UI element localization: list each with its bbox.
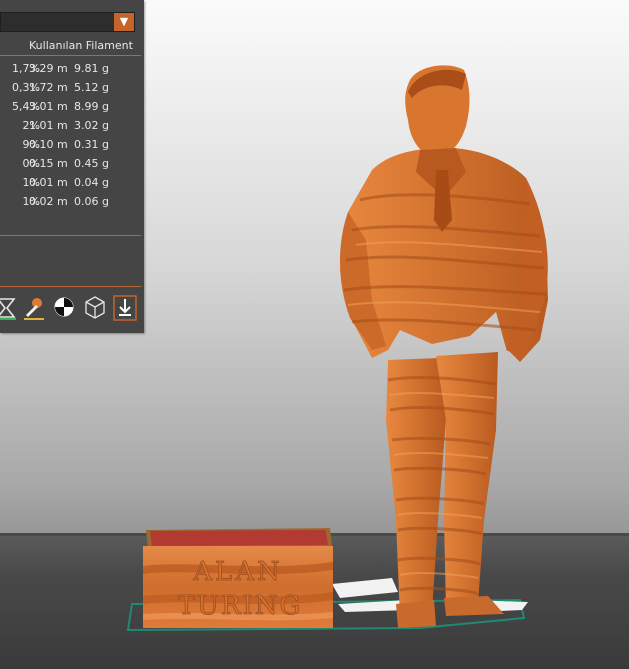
box-text-line1: ALAN xyxy=(192,557,283,587)
table-row: 1% 0.02 m 0.06 g xyxy=(0,191,144,210)
name-plate-box[interactable]: ALAN TURING xyxy=(143,528,333,628)
paint-brush-icon[interactable] xyxy=(22,295,46,321)
column-header-used-filament: Kullanılan Filament xyxy=(29,39,133,52)
export-icon[interactable] xyxy=(113,295,137,321)
statue-model[interactable] xyxy=(340,65,548,628)
row-length: 3.01 m xyxy=(29,100,68,113)
row-length: 1.01 m xyxy=(29,119,68,132)
row-length: 0.10 m xyxy=(29,138,68,151)
table-row: 5,4% 3.01 m 8.99 g xyxy=(0,96,144,115)
view-toolbar xyxy=(0,293,144,325)
row-weight: 0.31 g xyxy=(74,138,109,151)
filament-table: 1,7% 3.29 m 9.81 g 0,3% 1.72 m 5.12 g 5,… xyxy=(0,58,144,210)
contrast-icon[interactable] xyxy=(52,295,76,321)
slice-info-panel: ▼ Kullanılan Filament 1,7% 3.29 m 9.81 g… xyxy=(0,0,144,333)
row-length: 3.29 m xyxy=(29,62,68,75)
row-length: 0.01 m xyxy=(29,176,68,189)
extruder-dropdown[interactable]: ▼ xyxy=(0,12,135,32)
cube-wireframe-icon[interactable] xyxy=(83,295,107,321)
row-weight: 3.02 g xyxy=(74,119,109,132)
table-row: 0% 0.15 m 0.45 g xyxy=(0,153,144,172)
hourglass-icon[interactable] xyxy=(0,295,18,321)
box-text-line2: TURING xyxy=(178,591,303,621)
row-weight: 5.12 g xyxy=(74,81,109,94)
row-weight: 9.81 g xyxy=(74,62,109,75)
row-length: 0.02 m xyxy=(29,195,68,208)
row-weight: 0.04 g xyxy=(74,176,109,189)
row-weight: 0.06 g xyxy=(74,195,109,208)
toolbar-divider xyxy=(0,286,141,287)
table-row: 0,3% 1.72 m 5.12 g xyxy=(0,77,144,96)
header-divider xyxy=(0,55,141,56)
row-weight: 0.45 g xyxy=(74,157,109,170)
chevron-down-icon[interactable]: ▼ xyxy=(114,13,134,31)
row-weight: 8.99 g xyxy=(74,100,109,113)
table-row: 1% 0.01 m 0.04 g xyxy=(0,172,144,191)
table-row: 9% 0.10 m 0.31 g xyxy=(0,134,144,153)
row-length: 0.15 m xyxy=(29,157,68,170)
table-divider xyxy=(0,235,141,236)
table-row: 2% 1.01 m 3.02 g xyxy=(0,115,144,134)
table-row: 1,7% 3.29 m 9.81 g xyxy=(0,58,144,77)
row-length: 1.72 m xyxy=(29,81,68,94)
